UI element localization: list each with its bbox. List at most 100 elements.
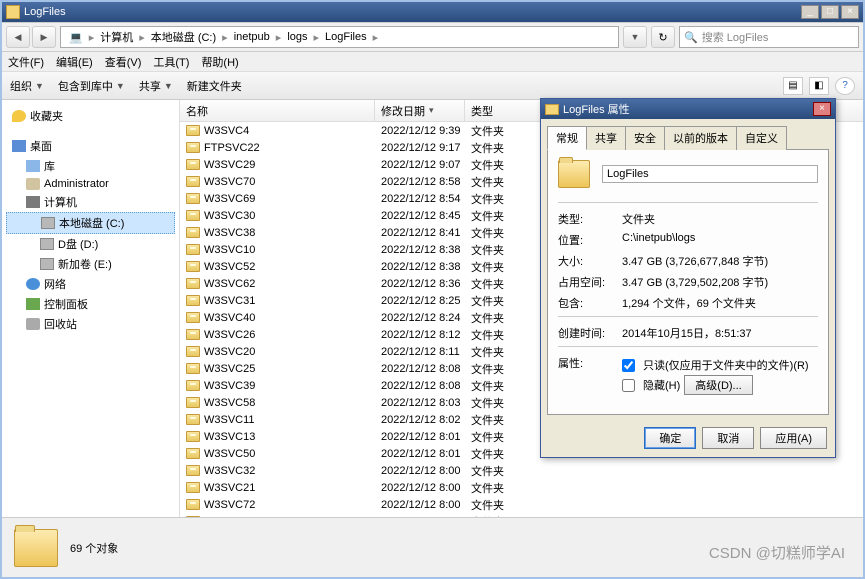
- menu-item[interactable]: 编辑(E): [56, 54, 93, 70]
- breadcrumb[interactable]: 💻▸计算机▸本地磁盘 (C:)▸inetpub▸logs▸LogFiles▸: [60, 26, 619, 48]
- breadcrumb-item[interactable]: 本地磁盘 (C:): [147, 29, 220, 45]
- file-date: 2022/12/12 8:00: [375, 465, 465, 477]
- file-row[interactable]: W3SVC72 2022/12/12 8:00 文件夹: [180, 496, 863, 513]
- ok-button[interactable]: 确定: [644, 427, 696, 449]
- label-created: 创建时间:: [558, 325, 622, 341]
- tab-1[interactable]: 共享: [586, 126, 626, 150]
- new-folder-button[interactable]: 新建文件夹: [187, 78, 242, 94]
- tab-0[interactable]: 常规: [547, 126, 587, 150]
- breadcrumb-item[interactable]: logs: [283, 31, 311, 43]
- menu-item[interactable]: 文件(F): [8, 54, 44, 70]
- view-mode-button[interactable]: ▤: [783, 77, 803, 95]
- folder-icon: [186, 465, 200, 476]
- tree-node[interactable]: Administrator: [6, 176, 175, 192]
- status-text: 69 个对象: [70, 540, 118, 556]
- file-row[interactable]: W3SVC21 2022/12/12 8:00 文件夹: [180, 479, 863, 496]
- tab-general: 类型:文件夹 位置:C:\inetpub\logs 大小:3.47 GB (3,…: [547, 149, 829, 415]
- readonly-checkbox[interactable]: [622, 359, 635, 372]
- tree-node[interactable]: 网络: [6, 274, 175, 294]
- breadcrumb-item[interactable]: LogFiles: [321, 31, 371, 43]
- back-button[interactable]: ◀: [6, 26, 30, 48]
- tab-2[interactable]: 安全: [625, 126, 665, 150]
- folder-icon: [14, 529, 58, 567]
- label-contains: 包含:: [558, 295, 622, 311]
- tree-label: 本地磁盘 (C:): [59, 215, 124, 231]
- dialog-close-button[interactable]: ×: [813, 102, 831, 116]
- search-input[interactable]: 🔍搜索 LogFiles: [679, 26, 859, 48]
- folder-icon: [186, 346, 200, 357]
- close-button[interactable]: ×: [841, 5, 859, 19]
- file-type: 文件夹: [465, 429, 545, 445]
- apply-button[interactable]: 应用(A): [760, 427, 827, 449]
- file-date: 2022/12/12 8:01: [375, 448, 465, 460]
- file-row[interactable]: W3SVC32 2022/12/12 8:00 文件夹: [180, 462, 863, 479]
- hidden-checkbox[interactable]: [622, 379, 635, 392]
- file-type: 文件夹: [465, 174, 545, 190]
- tree-node[interactable]: 本地磁盘 (C:): [6, 212, 175, 234]
- file-type: 文件夹: [465, 293, 545, 309]
- tree-node[interactable]: 库: [6, 156, 175, 176]
- breadcrumb-item[interactable]: 计算机: [96, 29, 137, 45]
- folder-name-input[interactable]: [602, 165, 818, 183]
- folder-icon: [186, 329, 200, 340]
- menu-item[interactable]: 工具(T): [153, 54, 189, 70]
- file-date: 2022/12/12 8:38: [375, 261, 465, 273]
- file-date: 2022/12/12 8:12: [375, 329, 465, 341]
- maximize-button[interactable]: □: [821, 5, 839, 19]
- tab-4[interactable]: 自定义: [736, 126, 787, 150]
- file-date: 2022/12/12 8:02: [375, 414, 465, 426]
- tree-node[interactable]: 计算机: [6, 192, 175, 212]
- organize-button[interactable]: 组织 ▼: [10, 78, 44, 94]
- file-date: 2022/12/12 9:07: [375, 159, 465, 171]
- cancel-button[interactable]: 取消: [702, 427, 754, 449]
- tree-label: 新加卷 (E:): [58, 256, 112, 272]
- file-type: 文件夹: [465, 361, 545, 377]
- tree-node[interactable]: 收藏夹: [6, 106, 175, 126]
- properties-dialog: LogFiles 属性 × 常规共享安全以前的版本自定义 类型:文件夹 位置:C…: [540, 98, 836, 458]
- folder-icon: [186, 227, 200, 238]
- folder-icon: [186, 431, 200, 442]
- menu-item[interactable]: 帮助(H): [201, 54, 238, 70]
- breadcrumb-dropdown[interactable]: ▼: [623, 26, 647, 48]
- preview-pane-button[interactable]: ◧: [809, 77, 829, 95]
- col-type[interactable]: 类型: [465, 100, 545, 121]
- tree-node[interactable]: 桌面: [6, 136, 175, 156]
- file-date: 2022/12/12 8:45: [375, 210, 465, 222]
- share-button[interactable]: 共享 ▼: [139, 78, 173, 94]
- forward-button[interactable]: ▶: [32, 26, 56, 48]
- breadcrumb-item[interactable]: inetpub: [230, 31, 274, 43]
- file-name: W3SVC40: [204, 312, 255, 324]
- tree-node[interactable]: 控制面板: [6, 294, 175, 314]
- file-name: W3SVC26: [204, 329, 255, 341]
- label-size-on-disk: 占用空间:: [558, 274, 622, 290]
- computer-icon[interactable]: 💻: [65, 31, 87, 44]
- file-type: 文件夹: [465, 446, 545, 462]
- folder-icon: [558, 160, 590, 188]
- col-name[interactable]: 名称: [180, 100, 375, 121]
- file-date: 2022/12/12 8:00: [375, 482, 465, 494]
- file-type: 文件夹: [465, 310, 545, 326]
- file-date: 2022/12/12 8:25: [375, 295, 465, 307]
- menu-item[interactable]: 查看(V): [105, 54, 142, 70]
- include-in-library-button[interactable]: 包含到库中 ▼: [58, 78, 125, 94]
- col-date[interactable]: 修改日期 ▾: [375, 100, 465, 121]
- titlebar[interactable]: LogFiles _ □ ×: [2, 2, 863, 22]
- file-name: W3SVC62: [204, 278, 255, 290]
- tree-node[interactable]: 回收站: [6, 314, 175, 334]
- tree-node[interactable]: 新加卷 (E:): [6, 254, 175, 274]
- label-type: 类型:: [558, 211, 622, 227]
- tree-label: D盘 (D:): [58, 236, 98, 252]
- refresh-button[interactable]: ↻: [651, 26, 675, 48]
- tree-node[interactable]: D盘 (D:): [6, 234, 175, 254]
- minimize-button[interactable]: _: [801, 5, 819, 19]
- file-date: 2022/12/12 9:39: [375, 125, 465, 137]
- file-type: 文件夹: [465, 378, 545, 394]
- advanced-button[interactable]: 高级(D)...: [684, 375, 752, 395]
- tab-3[interactable]: 以前的版本: [664, 126, 737, 150]
- folder-icon: [545, 104, 559, 115]
- window-title: LogFiles: [24, 6, 801, 18]
- status-bar: 69 个对象: [2, 517, 863, 577]
- ti-net-icon: [26, 278, 40, 290]
- dialog-titlebar[interactable]: LogFiles 属性 ×: [541, 99, 835, 119]
- help-button[interactable]: ?: [835, 77, 855, 95]
